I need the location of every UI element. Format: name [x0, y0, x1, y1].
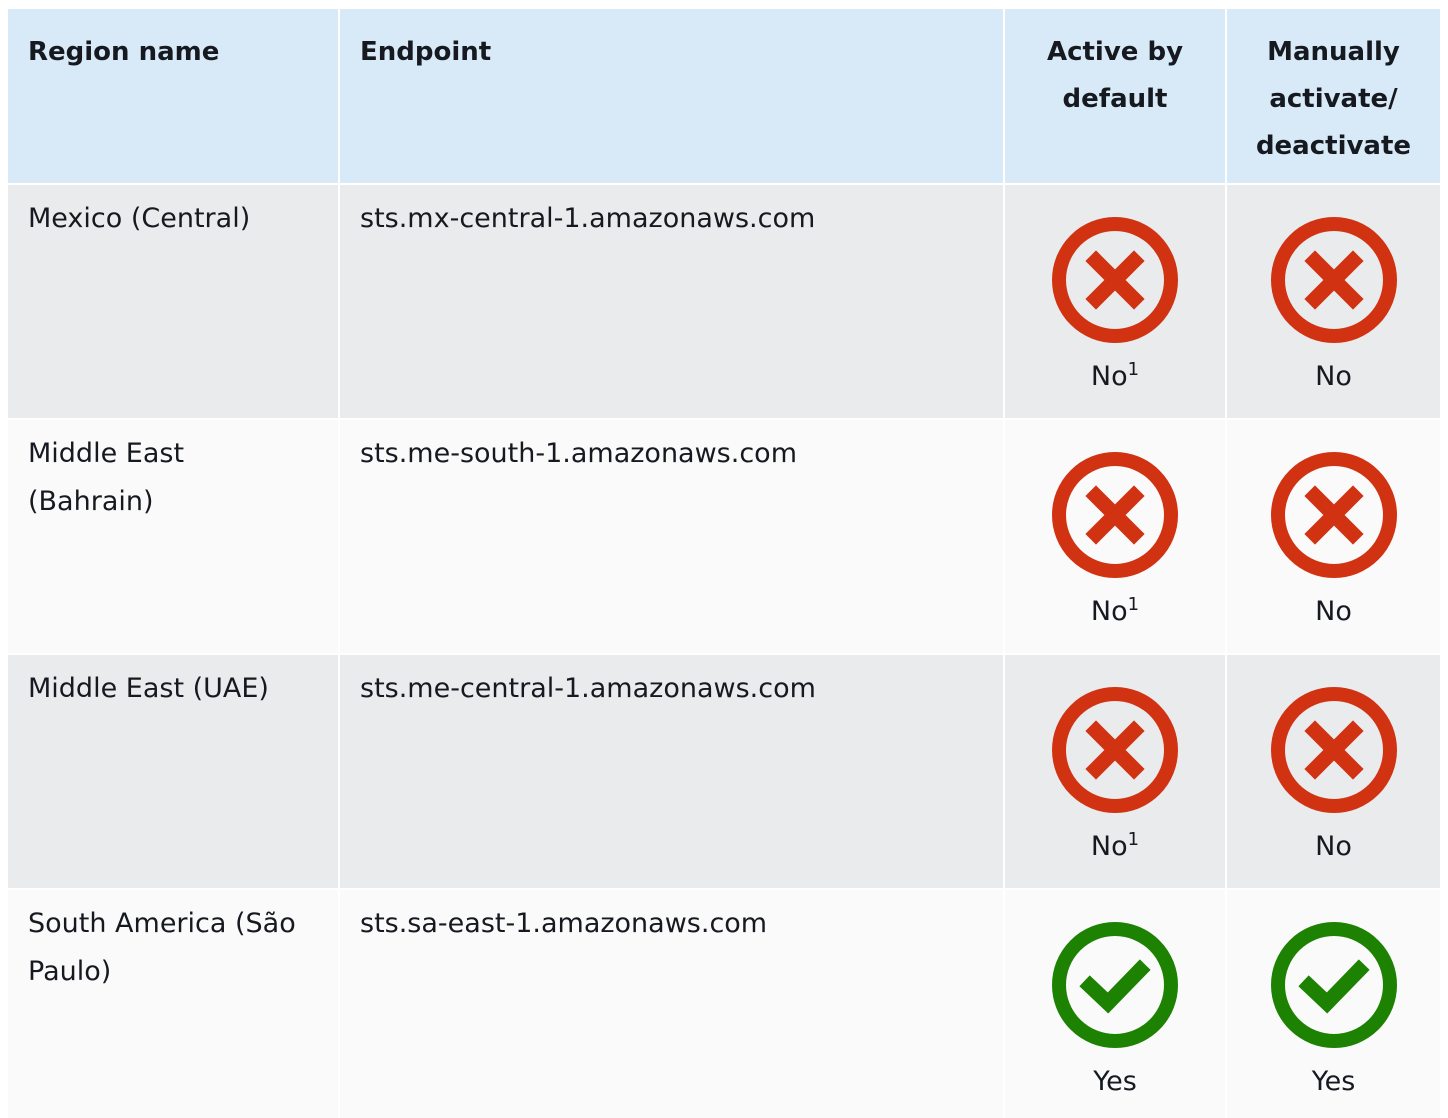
- header-region-name: Region name: [8, 9, 340, 185]
- status-text: Yes: [1311, 1066, 1356, 1097]
- status-indicator: No1: [1005, 185, 1225, 401]
- regions-table-container: Region name Endpoint Active by default M…: [8, 9, 1440, 1118]
- x-circle-icon: [1270, 452, 1397, 578]
- cell-active-by-default: Yes: [1003, 889, 1227, 1118]
- status-text: No: [1090, 831, 1128, 862]
- cell-active-by-default: No1: [1003, 654, 1227, 890]
- status-indicator: No: [1227, 185, 1440, 401]
- status-indicator: No1: [1005, 655, 1225, 871]
- table-row: Middle East (Bahrain) sts.me-south-1.amaz…: [8, 419, 1440, 655]
- status-text: No: [1315, 361, 1352, 392]
- cell-active-by-default: No1: [1003, 419, 1227, 655]
- cell-manually-activate: No: [1225, 184, 1440, 420]
- header-row: Region name Endpoint Active by default M…: [8, 9, 1440, 185]
- x-circle-icon: [1052, 452, 1178, 578]
- status-label: Yes: [1227, 1058, 1440, 1106]
- x-circle-icon: [1270, 687, 1397, 813]
- status-text: No: [1315, 831, 1352, 862]
- x-circle-icon: [1052, 217, 1178, 343]
- status-indicator: No1: [1005, 420, 1225, 636]
- status-text: No: [1090, 596, 1128, 627]
- status-label: No1: [1005, 823, 1225, 871]
- status-text: No: [1090, 361, 1128, 392]
- table-row: Mexico (Central) sts.mx-central-1.amazona…: [8, 184, 1440, 420]
- header-endpoint: Endpoint: [338, 9, 1005, 185]
- cell-endpoint: sts.mx-central-1.amazonaws.com: [338, 184, 1005, 420]
- table-row: Middle East (UAE) sts.me-central-1.amazon…: [8, 654, 1440, 890]
- cell-region-name: South America (São Paulo): [8, 889, 340, 1118]
- cell-manually-activate: No: [1225, 419, 1440, 655]
- footnote-marker: 1: [1127, 594, 1140, 615]
- status-label: No: [1227, 588, 1440, 636]
- status-label: No: [1227, 823, 1440, 871]
- header-manually-activate: Manually activate/ deactivate: [1225, 9, 1440, 185]
- status-indicator: No: [1227, 420, 1440, 636]
- table-body: Mexico (Central) sts.mx-central-1.amazona…: [8, 184, 1440, 1118]
- status-label: No1: [1005, 353, 1225, 401]
- cell-endpoint: sts.me-central-1.amazonaws.com: [338, 654, 1005, 890]
- x-circle-icon: [1270, 217, 1397, 343]
- cell-manually-activate: No: [1225, 654, 1440, 890]
- status-indicator: Yes: [1227, 890, 1440, 1106]
- cell-active-by-default: No1: [1003, 184, 1227, 420]
- cell-endpoint: sts.sa-east-1.amazonaws.com: [338, 889, 1005, 1118]
- cell-region-name: Middle East (UAE): [8, 654, 340, 890]
- cell-manually-activate: Yes: [1225, 889, 1440, 1118]
- check-circle-icon: [1270, 922, 1397, 1048]
- status-label: No1: [1005, 588, 1225, 636]
- cell-region-name: Mexico (Central): [8, 184, 340, 420]
- sts-regions-table: Region name Endpoint Active by default M…: [8, 9, 1440, 1118]
- x-circle-icon: [1052, 687, 1178, 813]
- status-indicator: Yes: [1005, 890, 1225, 1106]
- status-text: No: [1315, 596, 1352, 627]
- table-header: Region name Endpoint Active by default M…: [8, 9, 1440, 185]
- cell-region-name: Middle East (Bahrain): [8, 419, 340, 655]
- cell-endpoint: sts.me-south-1.amazonaws.com: [338, 419, 1005, 655]
- footnote-marker: 1: [1127, 829, 1140, 850]
- check-circle-icon: [1052, 922, 1178, 1048]
- status-label: Yes: [1005, 1058, 1225, 1106]
- header-active-by-default: Active by default: [1003, 9, 1227, 185]
- status-label: No: [1227, 353, 1440, 401]
- status-indicator: No: [1227, 655, 1440, 871]
- table-row: South America (São Paulo) sts.sa-east-1.a…: [8, 889, 1440, 1118]
- status-text: Yes: [1093, 1066, 1137, 1097]
- footnote-marker: 1: [1127, 359, 1140, 380]
